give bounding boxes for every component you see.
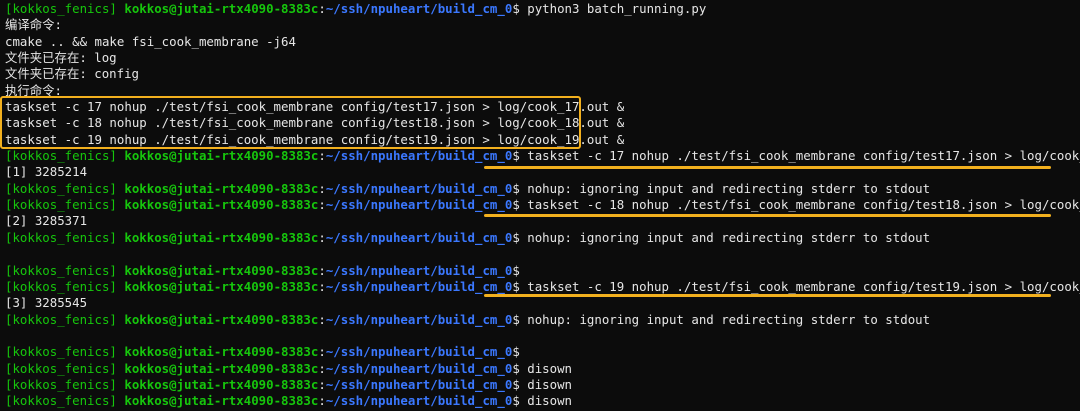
conda-env: [kokkos_fenics]	[5, 360, 117, 376]
prompt-line: [kokkos_fenics] kokkos@jutai-rtx4090-838…	[5, 262, 520, 278]
prompt-line: [kokkos_fenics] kokkos@jutai-rtx4090-838…	[5, 376, 572, 392]
conda-env: [kokkos_fenics]	[5, 393, 117, 409]
terminal-window[interactable]: [kokkos_fenics] kokkos@jutai-rtx4090-838…	[0, 0, 1080, 411]
command-text: nohup: ignoring input and redirecting st…	[519, 229, 931, 245]
cwd-path: ~/ssh/npuheart/build_cm_0	[325, 229, 513, 245]
output-line: 文件夹已存在: log	[5, 50, 117, 66]
command-text: disown	[519, 360, 572, 376]
cwd-path: ~/ssh/npuheart/build_cm_0	[325, 393, 513, 409]
conda-env: [kokkos_fenics]	[5, 148, 117, 164]
user-host: kokkos@jutai-rtx4090-8383c	[124, 311, 319, 327]
command-text: taskset -c 18 nohup ./test/fsi_cook_memb…	[527, 197, 1080, 213]
output-line: 文件夹已存在: config	[5, 66, 140, 82]
prompt-line: [kokkos_fenics] kokkos@jutai-rtx4090-838…	[5, 197, 1080, 213]
user-host: kokkos@jutai-rtx4090-8383c	[124, 197, 319, 213]
prompt-line: [kokkos_fenics] kokkos@jutai-rtx4090-838…	[5, 148, 1080, 164]
conda-env: [kokkos_fenics]	[5, 278, 117, 294]
user-host: kokkos@jutai-rtx4090-8383c	[124, 148, 319, 164]
user-host: kokkos@jutai-rtx4090-8383c	[124, 360, 319, 376]
user-host: kokkos@jutai-rtx4090-8383c	[124, 180, 319, 196]
prompt-line: [kokkos_fenics] kokkos@jutai-rtx4090-838…	[5, 229, 931, 245]
highlight-underline	[484, 294, 1051, 297]
prompt-line: [kokkos_fenics] kokkos@jutai-rtx4090-838…	[5, 360, 572, 376]
cwd-path: ~/ssh/npuheart/build_cm_0	[325, 1, 513, 16]
output-line: cmake .. && make fsi_cook_membrane -j64	[5, 33, 296, 49]
user-host: kokkos@jutai-rtx4090-8383c	[124, 262, 319, 278]
command-text: python3 batch_running.py	[519, 1, 707, 16]
user-host: kokkos@jutai-rtx4090-8383c	[124, 229, 319, 245]
cwd-path: ~/ssh/npuheart/build_cm_0	[325, 148, 513, 164]
conda-env: [kokkos_fenics]	[5, 262, 117, 278]
cwd-path: ~/ssh/npuheart/build_cm_0	[325, 180, 513, 196]
cwd-path: ~/ssh/npuheart/build_cm_0	[325, 376, 513, 392]
command-text: taskset -c 17 nohup ./test/fsi_cook_memb…	[527, 148, 1080, 164]
prompt-line: [kokkos_fenics] kokkos@jutai-rtx4090-838…	[5, 311, 931, 327]
user-host: kokkos@jutai-rtx4090-8383c	[124, 1, 319, 16]
highlight-box	[0, 96, 581, 149]
command-text: disown	[519, 393, 572, 409]
user-host: kokkos@jutai-rtx4090-8383c	[124, 393, 319, 409]
cwd-path: ~/ssh/npuheart/build_cm_0	[325, 311, 513, 327]
cwd-path: ~/ssh/npuheart/build_cm_0	[325, 197, 513, 213]
highlight-underline	[484, 214, 1051, 217]
conda-env: [kokkos_fenics]	[5, 376, 117, 392]
cwd-path: ~/ssh/npuheart/build_cm_0	[325, 262, 513, 278]
cwd-path: ~/ssh/npuheart/build_cm_0	[325, 278, 513, 294]
prompt-line: [kokkos_fenics] kokkos@jutai-rtx4090-838…	[5, 393, 572, 409]
conda-env: [kokkos_fenics]	[5, 229, 117, 245]
output-line: [3] 3285545	[5, 295, 88, 311]
cwd-path: ~/ssh/npuheart/build_cm_0	[325, 360, 513, 376]
command-text: taskset -c 19 nohup ./test/fsi_cook_memb…	[527, 278, 1080, 294]
conda-env: [kokkos_fenics]	[5, 180, 117, 196]
command-text: nohup: ignoring input and redirecting st…	[519, 311, 931, 327]
prompt-line: [kokkos_fenics] kokkos@jutai-rtx4090-838…	[5, 1, 707, 16]
conda-env: [kokkos_fenics]	[5, 1, 117, 16]
command-text: nohup: ignoring input and redirecting st…	[519, 180, 931, 196]
command-text: disown	[519, 376, 572, 392]
output-line: 编译命令:	[5, 17, 63, 33]
conda-env: [kokkos_fenics]	[5, 197, 117, 213]
prompt-line: [kokkos_fenics] kokkos@jutai-rtx4090-838…	[5, 279, 1080, 295]
user-host: kokkos@jutai-rtx4090-8383c	[124, 278, 319, 294]
conda-env: [kokkos_fenics]	[5, 311, 117, 327]
prompt-line: [kokkos_fenics] kokkos@jutai-rtx4090-838…	[5, 180, 931, 196]
user-host: kokkos@jutai-rtx4090-8383c	[124, 344, 319, 360]
highlight-underline	[484, 166, 1051, 169]
prompt-line: [kokkos_fenics] kokkos@jutai-rtx4090-838…	[5, 344, 520, 360]
conda-env: [kokkos_fenics]	[5, 344, 117, 360]
user-host: kokkos@jutai-rtx4090-8383c	[124, 376, 319, 392]
cwd-path: ~/ssh/npuheart/build_cm_0	[325, 344, 513, 360]
